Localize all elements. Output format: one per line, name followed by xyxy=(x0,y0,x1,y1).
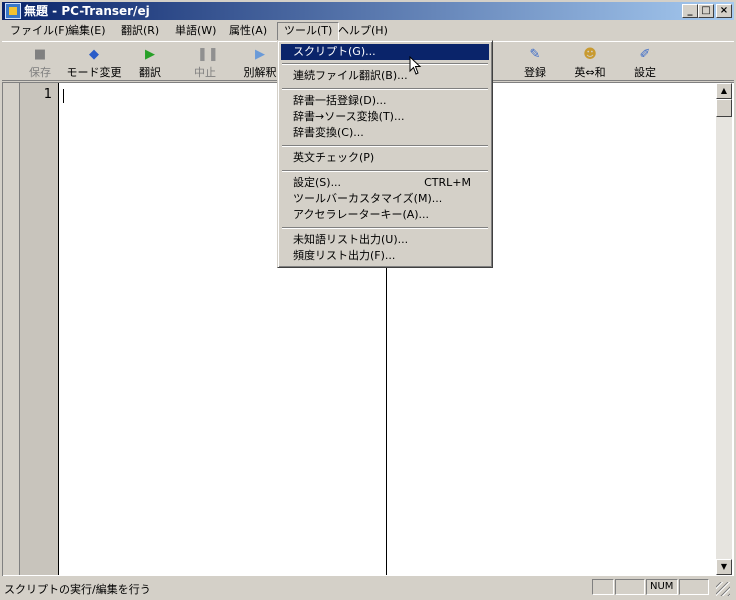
menu-word[interactable]: 単語(W) xyxy=(169,22,222,39)
close-button[interactable]: × xyxy=(716,4,732,18)
mode-change-button[interactable]: ◆ モード変更 xyxy=(66,46,122,80)
menu-item-dictionary-bulk-register[interactable]: 辞書一括登録(D)... xyxy=(281,93,489,109)
register-button[interactable]: ✎ 登録 xyxy=(507,46,563,80)
menu-separator xyxy=(282,63,488,65)
window-title: 無題 - PC-Transer/ej xyxy=(24,4,150,18)
pause-icon: ❚❚ xyxy=(197,47,219,62)
mode-change-icon: ◆ xyxy=(89,47,99,62)
scroll-thumb[interactable] xyxy=(716,99,732,117)
menu-separator xyxy=(282,145,488,147)
menu-separator xyxy=(282,170,488,172)
english-japanese-button[interactable]: ☻ 英⇔和 xyxy=(562,46,618,80)
play-icon: ▶ xyxy=(145,47,155,62)
minimize-button[interactable]: _ xyxy=(682,4,698,18)
menu-translate[interactable]: 翻訳(R) xyxy=(115,22,165,39)
users-icon: ☻ xyxy=(583,47,597,62)
settings-icon: ✐ xyxy=(639,47,651,62)
gutter-strip xyxy=(3,83,20,575)
num-lock-indicator: NUM xyxy=(646,579,678,595)
resize-grip[interactable] xyxy=(716,582,730,596)
menu-bar: ファイル(F) 編集(E) 翻訳(R) 単語(W) 属性(A) ツール(T) ヘ… xyxy=(2,21,734,41)
settings-button[interactable]: ✐ 設定 xyxy=(617,46,673,80)
menu-item-script[interactable]: スクリプト(G)... xyxy=(281,44,489,60)
menu-item-settings[interactable]: 設定(S)... CTRL+M xyxy=(281,175,489,191)
menu-item-frequency-list[interactable]: 頻度リスト出力(F)... xyxy=(281,248,489,264)
text-caret xyxy=(63,89,64,103)
menu-separator xyxy=(282,227,488,229)
stop-button[interactable]: ❚❚ 中止 xyxy=(177,46,233,80)
app-window: 無題 - PC-Transer/ej _ □ × ファイル(F) 編集(E) 翻… xyxy=(0,0,736,600)
status-panel-4 xyxy=(679,579,709,595)
menu-attribute[interactable]: 属性(A) xyxy=(223,22,273,39)
menu-item-accelerator-keys[interactable]: アクセラレーターキー(A)... xyxy=(281,207,489,223)
scroll-up-button[interactable]: ▲ xyxy=(716,83,732,99)
mouse-pointer-icon xyxy=(409,56,422,75)
scroll-down-button[interactable]: ▼ xyxy=(716,559,732,575)
menu-item-dictionary-convert[interactable]: 辞書変換(C)... xyxy=(281,125,489,141)
tools-dropdown-menu: スクリプト(G)... 連続ファイル翻訳(B)... 辞書一括登録(D)... … xyxy=(277,40,493,268)
line-number: 1 xyxy=(43,87,52,102)
line-number-gutter: 1 xyxy=(20,83,59,575)
menu-item-unknown-word-list[interactable]: 未知語リスト出力(U)... xyxy=(281,232,489,248)
vertical-scrollbar[interactable]: ▲ ▼ xyxy=(716,83,732,575)
menu-tools[interactable]: ツール(T) xyxy=(277,22,340,41)
menu-item-batch-file-translate[interactable]: 連続ファイル翻訳(B)... xyxy=(281,68,489,84)
status-bar: スクリプトの実行/編集を行う NUM xyxy=(2,578,734,598)
maximize-button[interactable]: □ xyxy=(698,4,714,18)
save-button[interactable]: ■ 保存 xyxy=(12,46,68,80)
pen-icon: ✎ xyxy=(529,47,541,62)
menu-item-english-check[interactable]: 英文チェック(P) xyxy=(281,150,489,166)
status-panel-1 xyxy=(592,579,614,595)
title-bar: 無題 - PC-Transer/ej _ □ × xyxy=(2,2,734,20)
save-icon: ■ xyxy=(33,47,47,62)
menu-edit[interactable]: 編集(E) xyxy=(62,22,112,39)
translate-button[interactable]: ▶ 翻訳 xyxy=(122,46,178,80)
menu-help[interactable]: ヘルプ(H) xyxy=(332,22,394,39)
menu-item-toolbar-customize[interactable]: ツールバーカスタマイズ(M)... xyxy=(281,191,489,207)
status-text: スクリプトの実行/編集を行う xyxy=(4,583,151,596)
alternate-play-icon: ▶ xyxy=(255,47,265,62)
status-panel-2 xyxy=(615,579,645,595)
menu-item-dictionary-to-source[interactable]: 辞書→ソース変換(T)... xyxy=(281,109,489,125)
menu-separator xyxy=(282,88,488,90)
app-icon[interactable] xyxy=(5,3,21,19)
